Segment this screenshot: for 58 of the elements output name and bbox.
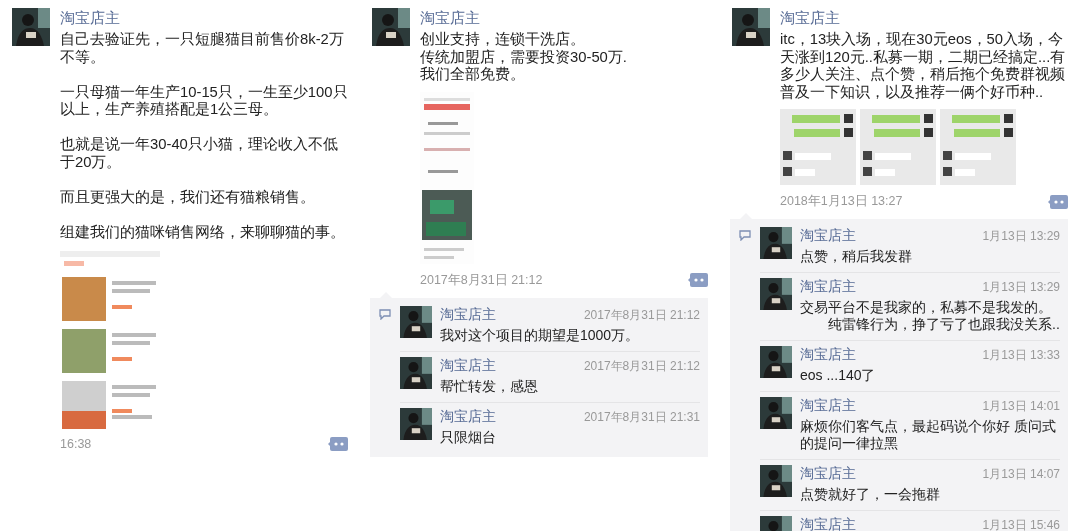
avatar[interactable]	[372, 8, 410, 46]
commenter-name[interactable]: 淘宝店主	[800, 278, 856, 295]
comment-time: 1月13日 13:29	[982, 279, 1060, 296]
post-text: 而且更强大的是，我们还有猫粮销售。	[60, 188, 316, 206]
post-text: 组建我们的猫咪销售网络，来聊聊猫的事。	[60, 223, 346, 241]
author-name[interactable]: 淘宝店主	[420, 8, 708, 27]
comment-icon	[739, 230, 751, 241]
comment-time: 1月13日 13:29	[982, 228, 1060, 245]
commenter-name[interactable]: 淘宝店主	[800, 516, 856, 531]
commenter-name[interactable]: 淘宝店主	[440, 407, 496, 425]
comment-text: 只限烟台	[440, 428, 497, 446]
post-time: 16:38	[60, 437, 92, 451]
comment-icon[interactable]	[688, 273, 708, 287]
comment-icon	[379, 308, 391, 320]
comment-text: 我对这个项目的期望是1000万。	[440, 326, 641, 344]
comment-time: 1月13日 15:46	[982, 517, 1060, 531]
post-time: 2018年1月13日 13:27	[780, 193, 903, 210]
avatar[interactable]	[760, 465, 792, 497]
comment-text: 点赞就好了，一会拖群	[800, 486, 941, 503]
comment-text: 麻烦你们客气点，最起码说个你好 质问式的提问一律拉黑	[800, 418, 1057, 452]
comment-icon[interactable]	[1048, 194, 1068, 209]
comment-time: 1月13日 14:07	[982, 466, 1060, 483]
comment-text: 帮忙转发，感恩	[440, 377, 539, 395]
commenter-name[interactable]: 淘宝店主	[800, 465, 856, 482]
post-text: 创业支持，连锁干洗店。	[420, 31, 586, 49]
post-text: 也就是说一年30-40只小猫，理论收入不低于20万。	[60, 136, 339, 171]
commenter-name[interactable]: 淘宝店主	[440, 356, 496, 374]
post-time: 2017年8月31日 21:12	[420, 271, 543, 289]
post-text: 传统加盟店，需要投资30-50万.	[420, 48, 628, 66]
commenter-name[interactable]: 淘宝店主	[800, 227, 856, 244]
commenter-name[interactable]: 淘宝店主	[800, 397, 856, 414]
commenter-name[interactable]: 淘宝店主	[440, 305, 496, 323]
comment-text: eos ...140了	[800, 367, 877, 384]
comment-time: 2017年8月31日 21:31	[583, 408, 700, 426]
post-text: 我们全部免费。	[420, 66, 526, 84]
post-text: 自己去验证先，一只短腿猫目前售价8k-2万不等。	[60, 31, 345, 66]
commenter-name[interactable]: 淘宝店主	[800, 346, 856, 363]
author-name[interactable]: 淘宝店主	[60, 8, 348, 27]
comment-time: 2017年8月31日 21:12	[583, 357, 700, 375]
comment-text: 交易平台不是我家的，私募不是我发的。	[800, 299, 1053, 316]
author-name[interactable]: 淘宝店主	[780, 8, 1068, 27]
comment-time: 1月13日 13:33	[982, 347, 1060, 364]
comment-time: 2017年8月31日 21:12	[583, 306, 700, 324]
post-text: itc，13块入场，现在30元eos，50入场，今天涨到120元..私募一期，二期已经搞定...有多少人关注、点个赞，稍后拖个免费群视频普及一下知识，以及推荐一俩个好币种..	[780, 31, 1067, 101]
avatar[interactable]	[400, 305, 432, 338]
avatar[interactable]	[400, 407, 432, 440]
avatar[interactable]	[760, 346, 792, 378]
avatar[interactable]	[12, 8, 50, 46]
comment-icon[interactable]	[328, 437, 348, 451]
avatar[interactable]	[732, 8, 770, 46]
avatar[interactable]	[400, 356, 432, 389]
comment-text: 点赞，稍后我发群	[800, 248, 913, 265]
comment-time: 1月13日 14:01	[982, 398, 1060, 415]
avatar[interactable]	[760, 397, 792, 429]
avatar[interactable]	[760, 227, 792, 259]
comment-text: 纯雷锋行为，挣了亏了也跟我没关系..	[827, 316, 1060, 333]
avatar[interactable]	[760, 278, 792, 310]
post-text: 一只母猫一年生产10-15只，一生至少100只以上，生产养殖搭配是1公三母。	[60, 83, 348, 119]
